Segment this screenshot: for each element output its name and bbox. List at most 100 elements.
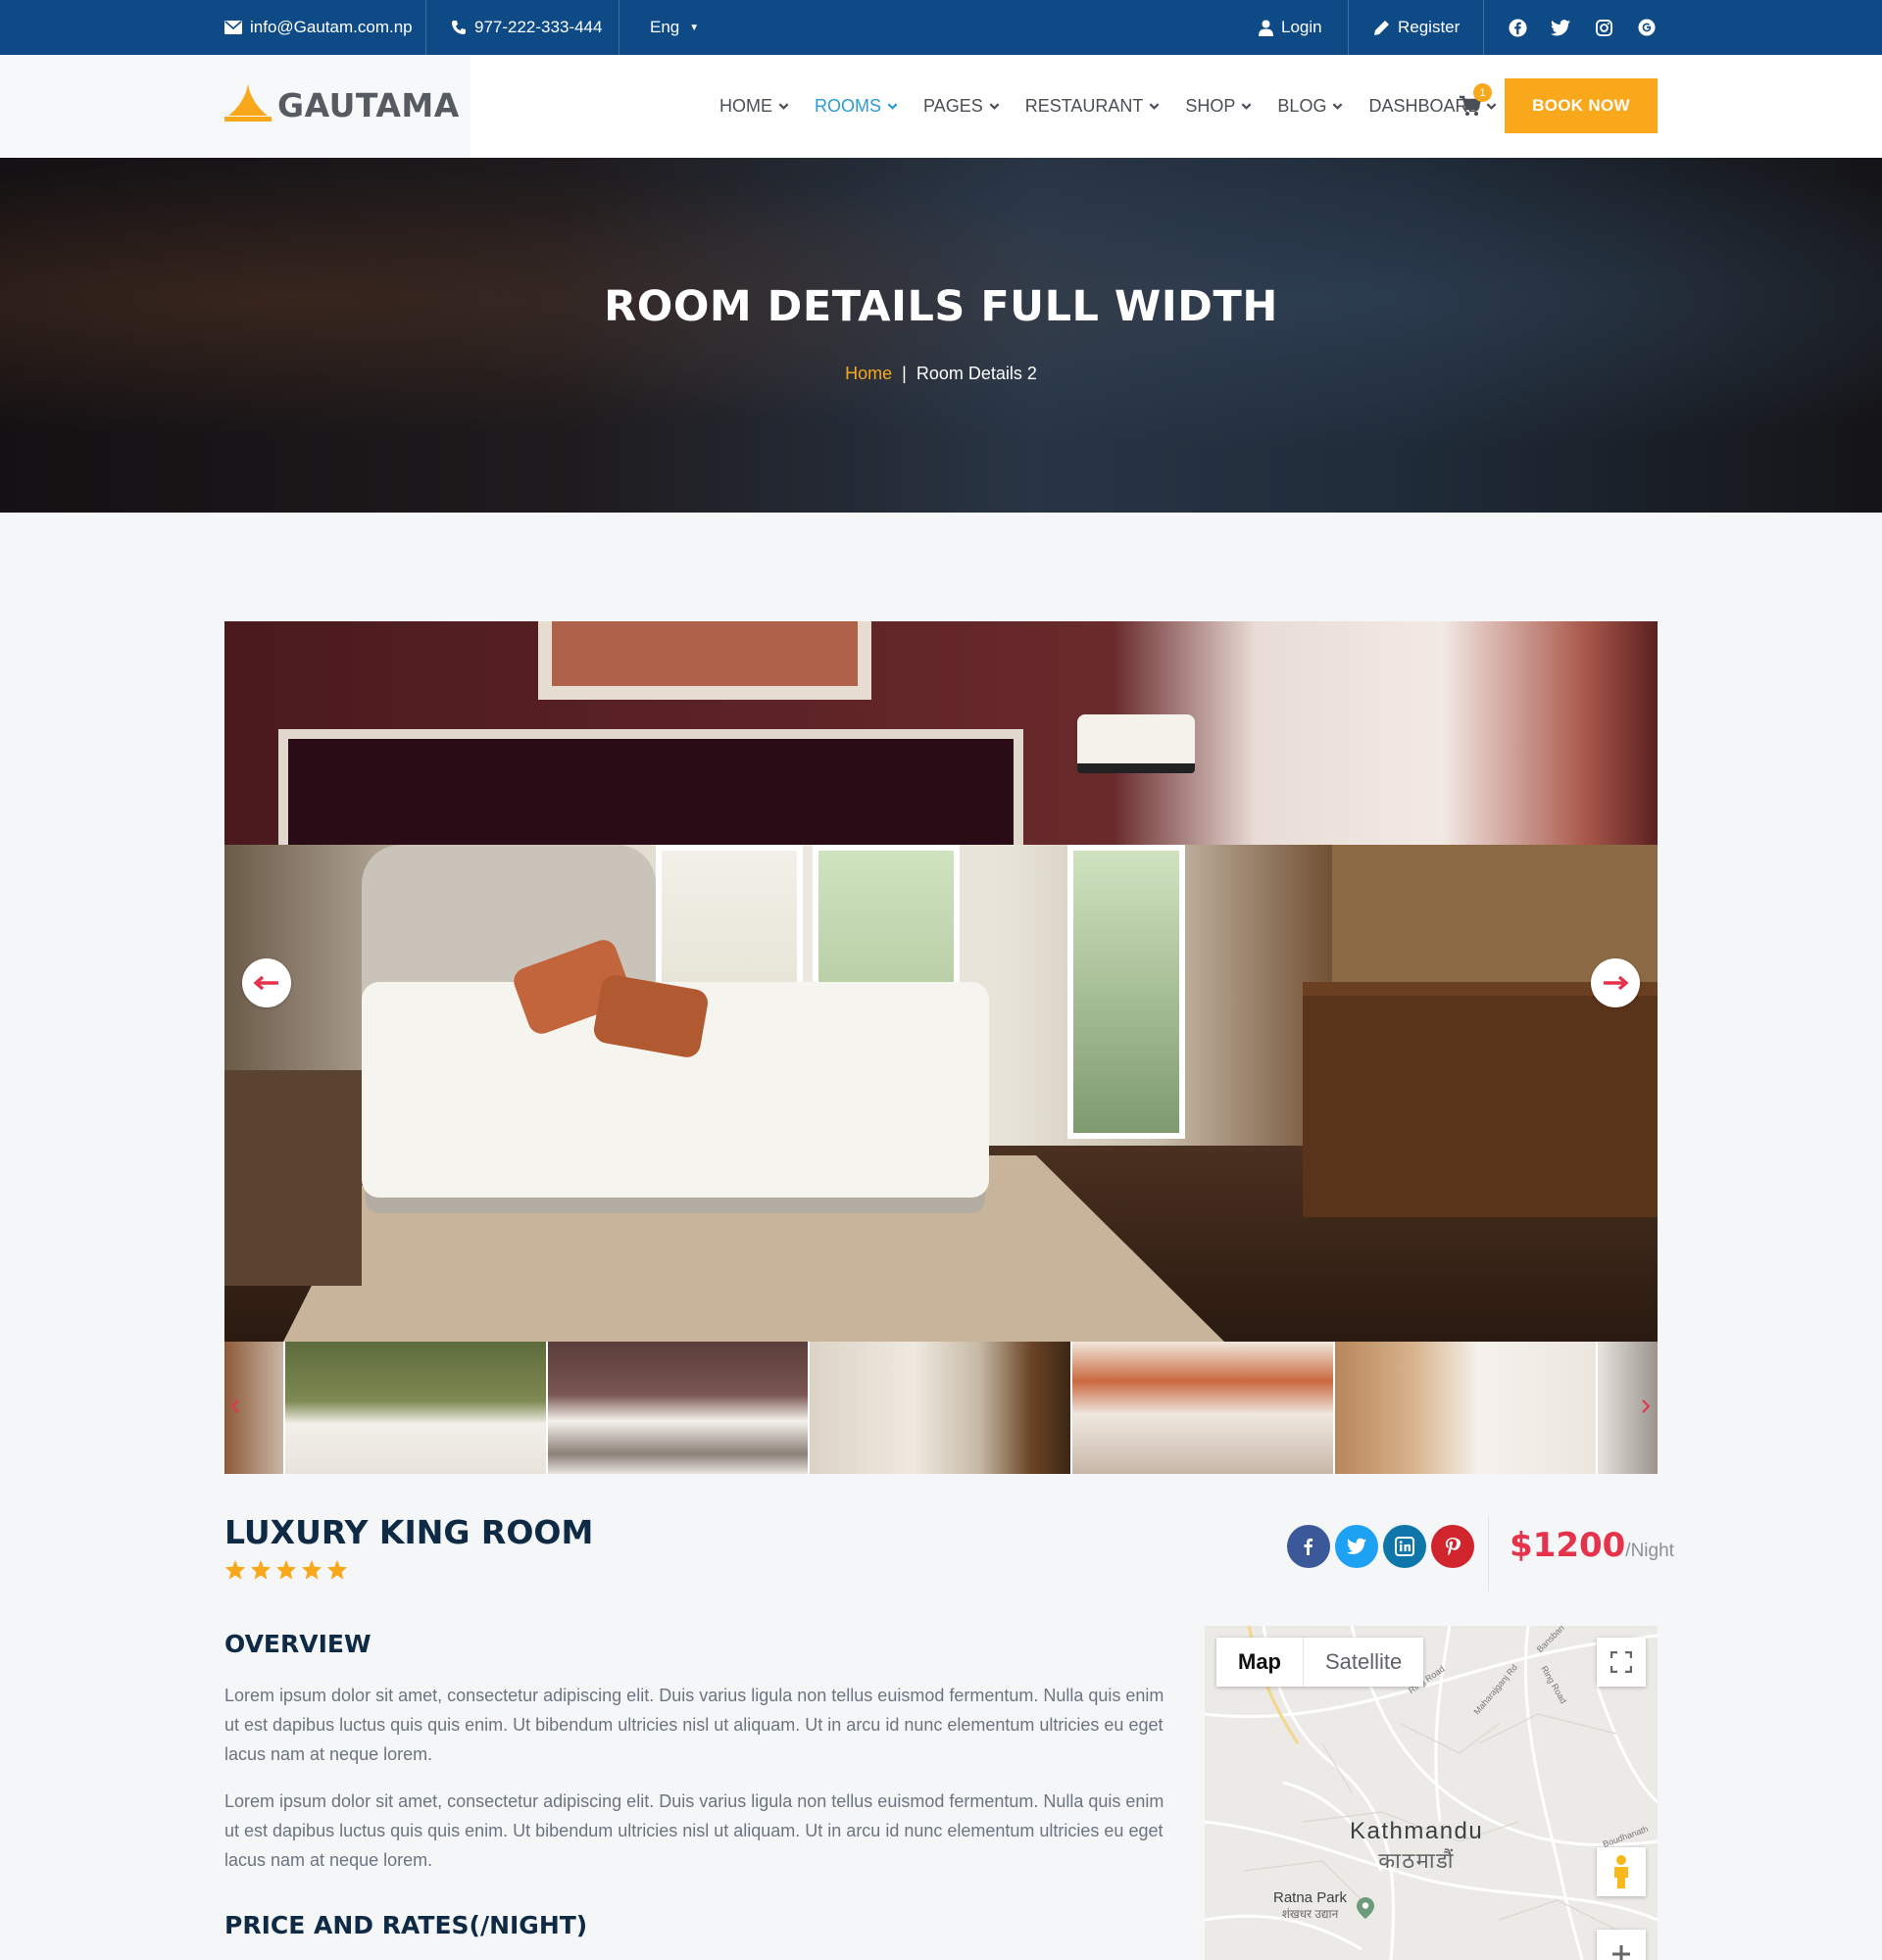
nav-pages[interactable]: PAGES xyxy=(923,96,1000,117)
french-door xyxy=(1067,845,1185,1139)
envelope-icon xyxy=(224,21,242,34)
nav-home[interactable]: HOME xyxy=(719,96,789,117)
phone-text: 977-222-333-444 xyxy=(474,18,603,36)
room-title: LUXURY KING ROOM xyxy=(224,1513,594,1551)
twitter-icon[interactable] xyxy=(1550,17,1571,38)
pencil-icon xyxy=(1374,20,1389,35)
user-icon xyxy=(1259,20,1273,36)
divider xyxy=(425,0,426,55)
register-label: Register xyxy=(1398,18,1461,36)
arrow-left-icon xyxy=(254,975,278,991)
thumbnail-image[interactable] xyxy=(1072,1342,1335,1474)
map-type-tabs: Map Satellite xyxy=(1216,1638,1424,1687)
price-rates-heading: PRICE AND RATES(/NIGHT) xyxy=(224,1911,588,1939)
login-link[interactable]: Login xyxy=(1259,0,1322,55)
phone-icon xyxy=(452,21,466,34)
map-tab-satellite[interactable]: Satellite xyxy=(1304,1638,1424,1687)
headboard xyxy=(278,729,1023,857)
facebook-icon[interactable] xyxy=(1507,17,1528,38)
map-tab-map[interactable]: Map xyxy=(1216,1638,1304,1687)
thumbnail-strip xyxy=(224,1342,1658,1474)
register-link[interactable]: Register xyxy=(1373,0,1460,55)
brand-name: GAUTAMA xyxy=(277,85,460,124)
slider-prev-button[interactable] xyxy=(242,958,291,1007)
star-icon xyxy=(275,1559,297,1580)
map-place-name-local: शंखधर उद्यान xyxy=(1281,1907,1339,1921)
star-rating xyxy=(224,1559,348,1581)
pegman-icon xyxy=(1614,1855,1628,1888)
email-contact[interactable]: info@Gautam.com.np xyxy=(224,0,413,55)
overview-paragraph: Lorem ipsum dolor sit amet, consectetur … xyxy=(224,1686,1164,1764)
nav-blog[interactable]: BLOG xyxy=(1277,96,1343,117)
street-view-button[interactable] xyxy=(1597,1847,1646,1896)
slide-image-current xyxy=(224,845,1658,1342)
pinterest-icon[interactable] xyxy=(1431,1525,1474,1568)
nav-rooms[interactable]: ROOMS xyxy=(815,96,898,117)
chevron-right-icon xyxy=(1642,1399,1651,1413)
chevron-down-icon xyxy=(778,103,789,110)
temple-logo-icon xyxy=(224,84,272,122)
star-icon xyxy=(301,1559,322,1580)
thumbs-next-button[interactable] xyxy=(1638,1395,1654,1418)
divider xyxy=(1488,1516,1489,1591)
thumbnail-image[interactable] xyxy=(285,1342,548,1474)
nav-shop-label: SHOP xyxy=(1185,96,1236,116)
login-label: Login xyxy=(1281,18,1322,36)
chevron-down-icon xyxy=(887,103,898,110)
nav-restaurant[interactable]: RESTAURANT xyxy=(1025,96,1161,117)
wall-art xyxy=(538,621,871,700)
chevron-down-icon xyxy=(989,103,1000,110)
breadcrumb-current: Room Details 2 xyxy=(916,364,1037,383)
map-place-name: Ratna Park xyxy=(1273,1889,1348,1906)
chevron-down-icon xyxy=(1242,103,1252,110)
linkedin-icon[interactable] xyxy=(1383,1525,1426,1568)
thumbs-prev-button[interactable] xyxy=(227,1395,243,1418)
slide-image-previous xyxy=(224,621,1658,857)
breadcrumb-separator: | xyxy=(902,364,907,383)
room-price: $1200/Night xyxy=(1510,1526,1674,1565)
price-value: $1200 xyxy=(1510,1526,1626,1565)
nav-shop[interactable]: SHOP xyxy=(1185,96,1252,117)
book-now-button[interactable]: BOOK NOW xyxy=(1505,78,1658,133)
language-value: Eng xyxy=(650,18,680,36)
price-unit: /Night xyxy=(1625,1541,1674,1561)
breadcrumb-home-link[interactable]: Home xyxy=(845,364,892,383)
location-map[interactable]: Ring Road Maharajganj Rd Ring Road Bansb… xyxy=(1205,1626,1658,1960)
language-select[interactable]: Eng ▼ xyxy=(650,0,699,55)
main-nav: HOME ROOMS PAGES RESTAURANT SHOP BLOG DA… xyxy=(719,55,1522,158)
fullscreen-button[interactable] xyxy=(1597,1638,1646,1687)
thumbnail-image[interactable] xyxy=(810,1342,1072,1474)
slider-next-button[interactable] xyxy=(1591,958,1640,1007)
wooden-dresser xyxy=(1303,982,1658,1217)
instagram-icon[interactable] xyxy=(1593,17,1614,38)
nav-rooms-label: ROOMS xyxy=(815,96,882,116)
caret-down-icon: ▼ xyxy=(689,22,700,33)
nav-restaurant-label: RESTAURANT xyxy=(1024,96,1144,116)
map-pin-icon xyxy=(1357,1897,1374,1919)
zoom-in-button[interactable] xyxy=(1597,1930,1646,1960)
facebook-icon[interactable] xyxy=(1287,1525,1330,1568)
top-bar: info@Gautam.com.np 977-222-333-444 Eng ▼… xyxy=(0,0,1882,55)
site-logo[interactable]: GAUTAMA xyxy=(224,84,460,125)
cart-count-badge: 1 xyxy=(1473,83,1492,102)
google-icon[interactable] xyxy=(1636,17,1658,38)
share-buttons xyxy=(1287,1525,1474,1568)
wall-lamp xyxy=(1077,714,1195,773)
nav-pages-label: PAGES xyxy=(923,96,983,116)
chevron-down-icon xyxy=(1150,103,1160,110)
nightstand xyxy=(224,1070,362,1286)
room-image-slider[interactable] xyxy=(224,621,1658,1342)
breadcrumb: Home | Room Details 2 xyxy=(0,364,1882,384)
overview-heading: OVERVIEW xyxy=(224,1630,371,1658)
main-header: GAUTAMA HOME ROOMS PAGES RESTAURANT SHOP… xyxy=(0,55,1882,158)
divider xyxy=(1348,0,1349,55)
email-text: info@Gautam.com.np xyxy=(250,18,413,36)
thumbnail-image[interactable] xyxy=(548,1342,810,1474)
page-hero-banner: ROOM DETAILS FULL WIDTH Home | Room Detail… xyxy=(0,158,1882,513)
map-city-name: Kathmandu xyxy=(1350,1818,1484,1844)
phone-contact[interactable]: 977-222-333-444 xyxy=(451,0,602,55)
thumbnail-image[interactable] xyxy=(1335,1342,1598,1474)
page-title: ROOM DETAILS FULL WIDTH xyxy=(604,282,1278,331)
nav-home-label: HOME xyxy=(719,96,772,116)
twitter-icon[interactable] xyxy=(1335,1525,1378,1568)
